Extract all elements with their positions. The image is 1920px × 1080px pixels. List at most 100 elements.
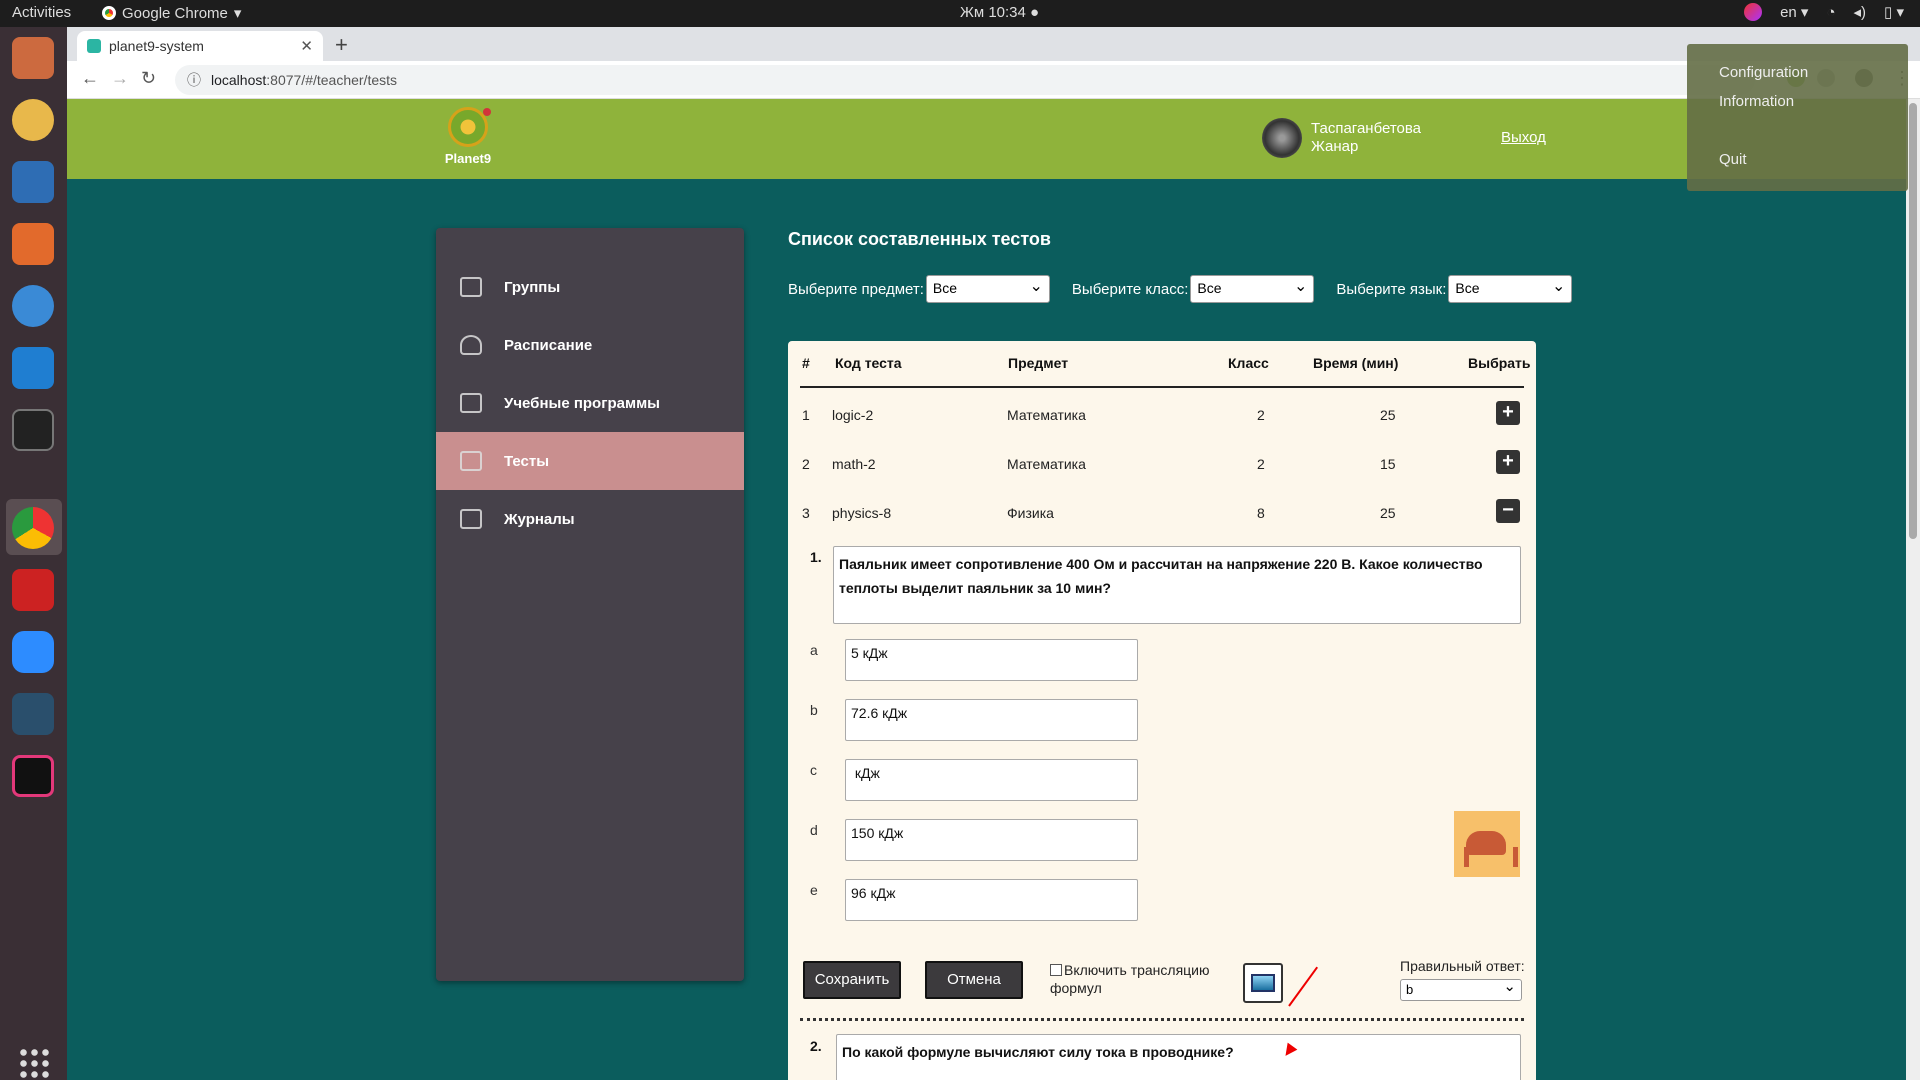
intellij-icon[interactable] bbox=[12, 755, 54, 797]
option-label: c bbox=[810, 762, 817, 778]
logout-link[interactable]: Выход bbox=[1501, 129, 1546, 146]
info-icon[interactable]: ⓘ bbox=[187, 70, 201, 90]
wolfram-icon[interactable] bbox=[12, 569, 54, 611]
clock[interactable]: Жм 10:34 ● bbox=[960, 4, 1039, 21]
close-tab-icon[interactable]: ✕ bbox=[300, 37, 313, 55]
row-subject: Математика bbox=[1007, 456, 1086, 472]
lang-text: en bbox=[1780, 4, 1797, 21]
writer-icon[interactable] bbox=[12, 161, 54, 203]
vscode-icon[interactable] bbox=[12, 347, 54, 389]
menu-item-quit[interactable]: Quit bbox=[1719, 151, 1747, 168]
app-menu[interactable]: Google Chrome ▾ bbox=[102, 4, 241, 22]
class-select[interactable]: Все bbox=[1190, 275, 1315, 303]
terminal-icon[interactable] bbox=[12, 409, 54, 451]
battery-icon: ▯ ▾ bbox=[1884, 4, 1904, 21]
volume-icon: ◂) bbox=[1853, 4, 1867, 21]
question-text-field[interactable]: Паяльник имеет сопротивление 400 Ом и ра… bbox=[833, 546, 1521, 624]
back-icon[interactable]: ← bbox=[81, 68, 99, 89]
language-filter-label: Выберите язык: bbox=[1336, 280, 1447, 298]
zoom-icon[interactable] bbox=[12, 631, 54, 673]
row-subject: Математика bbox=[1007, 407, 1086, 423]
chrome-dock-icon[interactable] bbox=[12, 507, 54, 549]
expand-button[interactable]: + bbox=[1496, 401, 1520, 425]
sidebar-item-journals[interactable]: Журналы bbox=[436, 490, 744, 548]
forward-icon[interactable]: → bbox=[111, 68, 129, 89]
row-time: 25 bbox=[1380, 407, 1396, 423]
question-number: 2. bbox=[810, 1038, 822, 1054]
expand-button[interactable]: + bbox=[1496, 450, 1520, 474]
row-num: 3 bbox=[802, 505, 810, 521]
option-d-field[interactable]: 150 кДж bbox=[845, 819, 1138, 861]
bell-icon bbox=[460, 335, 482, 355]
browser-tab[interactable]: planet9-system ✕ bbox=[77, 31, 323, 61]
sidebar-item-schedule[interactable]: Расписание bbox=[436, 316, 744, 374]
rhythmbox-icon[interactable] bbox=[12, 99, 54, 141]
newspaper-icon bbox=[460, 393, 482, 413]
activities-button[interactable]: Activities bbox=[12, 4, 71, 21]
address-bar[interactable]: ⓘ localhost:8077/#/teacher/tests bbox=[175, 65, 1755, 95]
insert-image-button[interactable] bbox=[1243, 963, 1283, 1003]
cancel-button[interactable]: Отмена bbox=[925, 961, 1023, 999]
url-path: :8077/#/teacher/tests bbox=[266, 72, 398, 88]
row-num: 2 bbox=[802, 456, 810, 472]
table-row: 2 math-2 Математика 2 15 + bbox=[788, 442, 1536, 482]
table-row: 1 logic-2 Математика 2 25 + bbox=[788, 393, 1536, 433]
planet9-logo[interactable]: Planet9 bbox=[443, 107, 493, 166]
menu-item-information[interactable]: Information bbox=[1719, 93, 1794, 110]
class-filter-label: Выберите класс: bbox=[1071, 280, 1189, 298]
reload-icon[interactable]: ↻ bbox=[141, 68, 156, 89]
system-tray[interactable]: en ▾ ◔ ◂) ▯ ▾ bbox=[1744, 3, 1904, 21]
planet-logo-icon bbox=[448, 107, 491, 147]
col-header-code: Код теста bbox=[835, 355, 902, 371]
sidebar-item-programs[interactable]: Учебные программы bbox=[436, 374, 744, 432]
color-picker-icon[interactable] bbox=[1744, 3, 1763, 21]
clock-text: Жм 10:34 bbox=[960, 4, 1026, 21]
sidebar-item-tests[interactable]: Тесты bbox=[436, 432, 744, 490]
help-icon[interactable] bbox=[12, 285, 54, 327]
groups-icon bbox=[460, 277, 482, 297]
page-scrollbar[interactable] bbox=[1906, 99, 1920, 1080]
option-label: a bbox=[810, 642, 818, 658]
mysql-workbench-icon[interactable] bbox=[12, 693, 54, 735]
collapse-button[interactable]: − bbox=[1496, 499, 1520, 523]
logo-text: Planet9 bbox=[444, 151, 492, 166]
sidebar-item-label: Тесты bbox=[504, 452, 550, 470]
menu-item-configuration[interactable]: Configuration bbox=[1719, 64, 1808, 81]
language-select-value: Все bbox=[1455, 280, 1480, 296]
show-apps-icon[interactable] bbox=[18, 1047, 50, 1079]
option-label: d bbox=[810, 822, 818, 838]
header-divider bbox=[800, 386, 1524, 388]
formula-toggle[interactable]: Включить трансляцию формул bbox=[1050, 961, 1210, 997]
page-title: Список составленных тестов bbox=[788, 229, 1051, 249]
option-c-field[interactable]: кДж bbox=[845, 759, 1138, 801]
sidebar-item-groups[interactable]: Группы bbox=[436, 258, 744, 316]
language-select[interactable]: Все bbox=[1448, 275, 1573, 303]
option-a-field[interactable]: 5 кДж bbox=[845, 639, 1138, 681]
formula-checkbox[interactable] bbox=[1050, 964, 1062, 976]
formula-label-line1: Включить трансляцию bbox=[1064, 962, 1210, 978]
files-icon[interactable] bbox=[12, 37, 54, 79]
software-icon[interactable] bbox=[12, 223, 54, 265]
page-content: Planet9 Таспаганбетова Жанар Выход Групп… bbox=[67, 99, 1906, 1080]
question-number: 1. bbox=[810, 549, 822, 565]
language-indicator[interactable]: en ▾ bbox=[1780, 3, 1808, 21]
row-class: 8 bbox=[1257, 505, 1265, 521]
option-e-field[interactable]: 96 кДж bbox=[845, 879, 1138, 921]
user-name: Таспаганбетова Жанар bbox=[1311, 120, 1421, 156]
row-code: logic-2 bbox=[832, 407, 874, 423]
scrollbar-thumb[interactable] bbox=[1909, 103, 1917, 539]
option-label: e bbox=[810, 882, 818, 898]
new-tab-button[interactable]: + bbox=[335, 32, 348, 58]
tray-popup-menu: Configuration Information Quit bbox=[1687, 44, 1908, 191]
wifi-icon: ◔ bbox=[1826, 3, 1836, 21]
question-2-text-field[interactable]: По какой формуле вычисляют силу тока в п… bbox=[836, 1034, 1521, 1080]
formula-label-line2: формул bbox=[1050, 980, 1102, 996]
question-divider bbox=[800, 1018, 1524, 1021]
row-time: 25 bbox=[1380, 505, 1396, 521]
subject-select[interactable]: Все bbox=[925, 275, 1050, 303]
row-code: physics-8 bbox=[832, 505, 892, 521]
option-b-field[interactable]: 72.6 кДж bbox=[845, 699, 1138, 741]
save-button[interactable]: Сохранить bbox=[803, 961, 901, 999]
correct-answer-select[interactable]: b bbox=[1400, 977, 1522, 1001]
user-name-line2: Жанар bbox=[1311, 138, 1359, 155]
